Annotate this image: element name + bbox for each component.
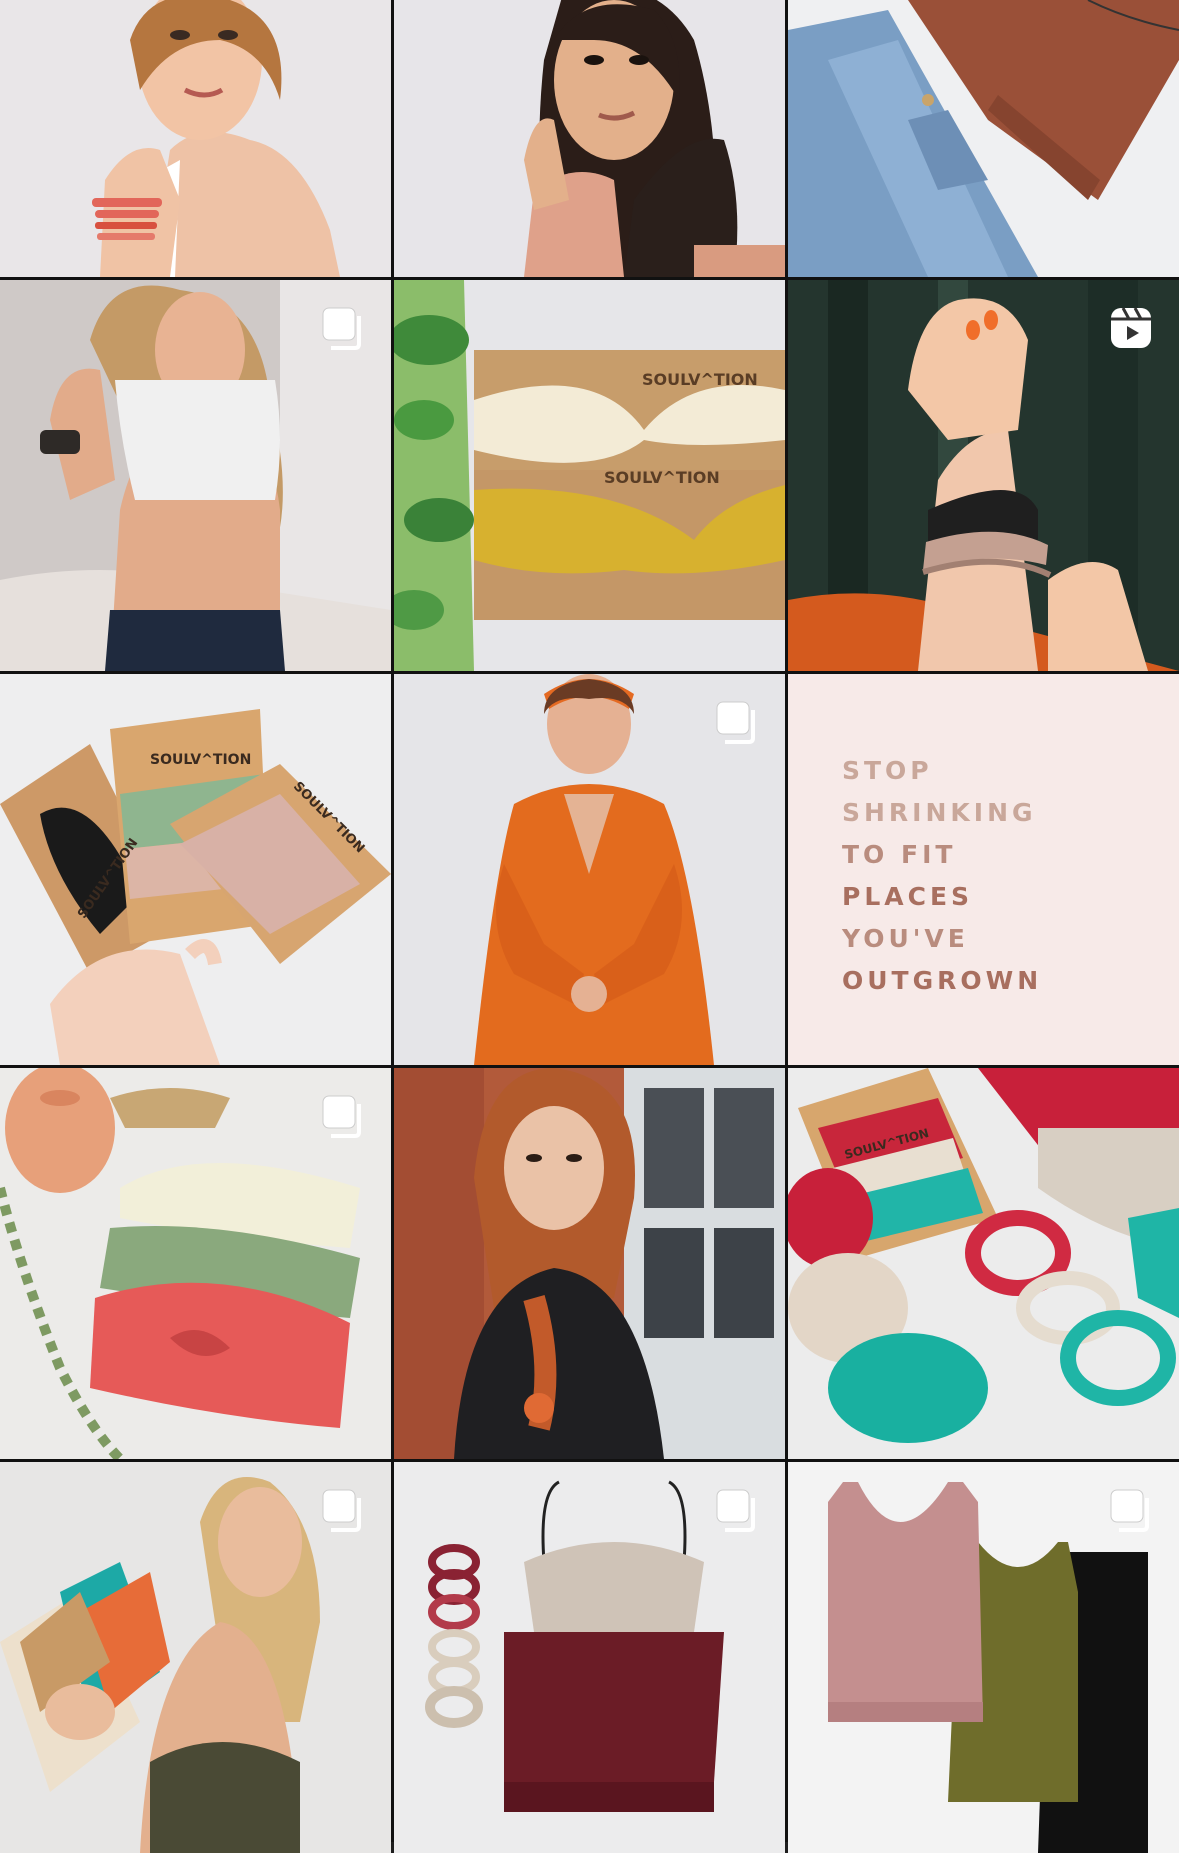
post-tile-13[interactable] <box>0 1462 391 1853</box>
quote-line-1: STOP <box>842 756 933 785</box>
post-tile-8[interactable] <box>394 674 785 1065</box>
post-tile-14[interactable] <box>394 1462 785 1853</box>
quote-line-4: PLACES <box>842 882 974 911</box>
carousel-icon <box>1107 1486 1155 1534</box>
post-tile-11[interactable] <box>394 1068 785 1459</box>
post-tile-9-quote[interactable]: STOP SHRINKING TO FIT PLACES YOU'VE OUTG… <box>788 674 1179 1065</box>
post-grid: SOULV^TION SOULV^TION SOULV^TION SOULV^T… <box>0 0 1179 1853</box>
post-tile-12[interactable]: SOULV^TION <box>788 1068 1179 1459</box>
package-label: SOULV^TION <box>150 752 251 768</box>
post-tile-6[interactable] <box>788 280 1179 671</box>
post-tile-7[interactable]: SOULV^TION SOULV^TION SOULV^TION <box>0 674 391 1065</box>
carousel-icon <box>713 1486 761 1534</box>
post-tile-10[interactable] <box>0 1068 391 1459</box>
carousel-icon <box>319 1486 367 1534</box>
package-label: SOULV^TION <box>642 370 758 389</box>
package-label: SOULV^TION <box>604 468 720 487</box>
quote-line-5: YOU'VE <box>842 924 969 953</box>
post-tile-3[interactable] <box>788 0 1179 277</box>
reel-icon <box>1107 304 1155 352</box>
post-tile-4[interactable] <box>0 280 391 671</box>
post-tile-15[interactable] <box>788 1462 1179 1853</box>
carousel-icon <box>319 304 367 352</box>
quote-line-6: OUTGROWN <box>842 966 1043 995</box>
post-tile-2[interactable] <box>394 0 785 277</box>
post-tile-1[interactable] <box>0 0 391 277</box>
quote-line-3: TO FIT <box>842 840 957 869</box>
carousel-icon <box>713 698 761 746</box>
post-tile-5[interactable]: SOULV^TION SOULV^TION <box>394 280 785 671</box>
quote-line-2: SHRINKING <box>842 798 1037 827</box>
carousel-icon <box>319 1092 367 1140</box>
quote-text: STOP SHRINKING TO FIT PLACES YOU'VE OUTG… <box>842 750 1042 1002</box>
